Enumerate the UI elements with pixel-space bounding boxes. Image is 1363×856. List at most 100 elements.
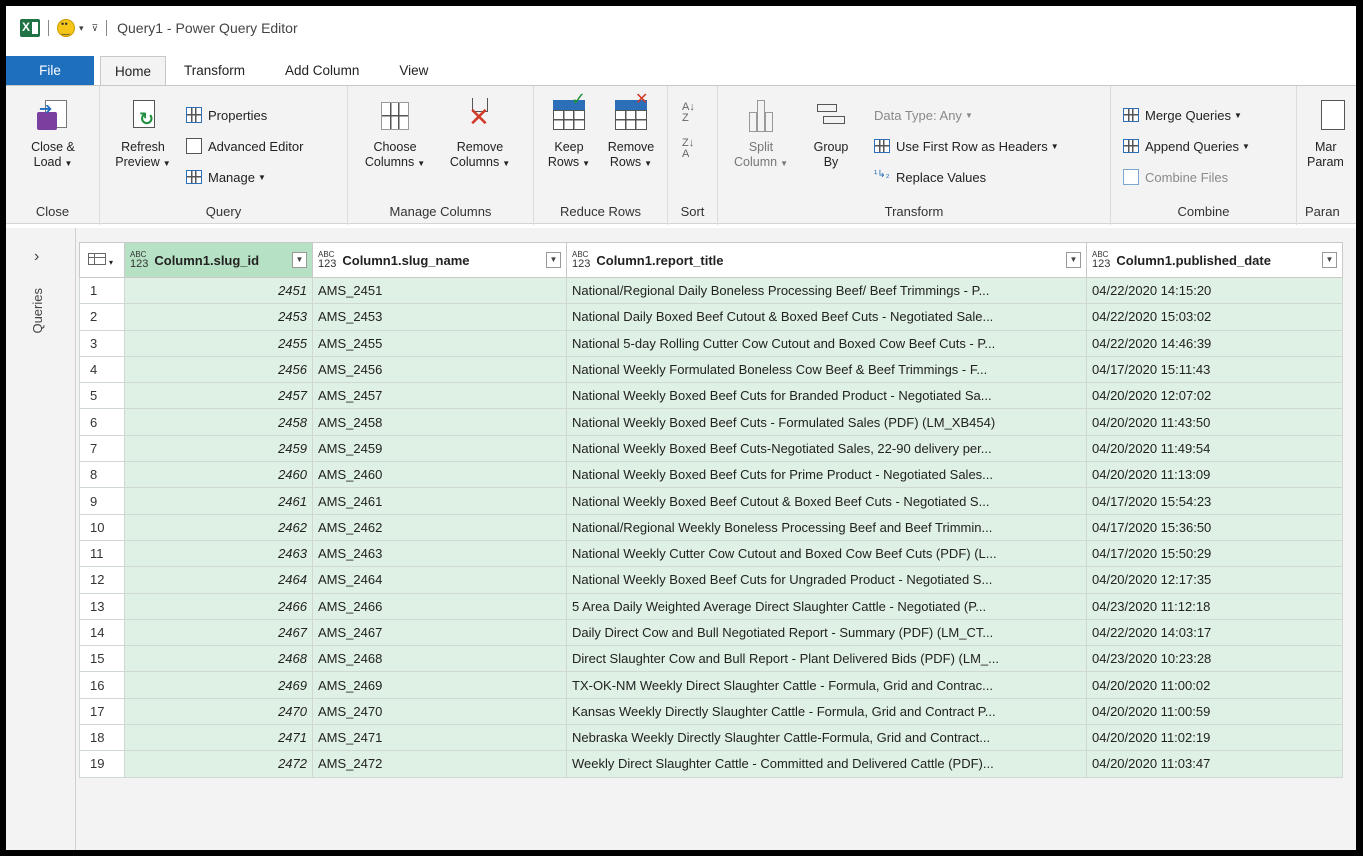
close-load-button[interactable]: ➔ Close & Load ▼ (6, 98, 100, 171)
row-number[interactable]: 14 (79, 618, 125, 647)
cell-published-date[interactable]: 04/17/2020 15:50:29 (1086, 539, 1343, 568)
any-type-icon[interactable]: ABC 123 (572, 250, 590, 270)
cell-slug-name[interactable]: AMS_2455 (312, 329, 567, 357)
cell-report-title[interactable]: National Weekly Boxed Beef Cuts for Prim… (566, 461, 1087, 489)
row-number[interactable]: 2 (79, 303, 125, 331)
row-number[interactable]: 16 (79, 671, 125, 699)
cell-published-date[interactable]: 04/20/2020 12:17:35 (1086, 566, 1343, 594)
cell-slug-id[interactable]: 2467 (124, 618, 313, 647)
tab-file[interactable]: File (6, 56, 94, 86)
cell-slug-id[interactable]: 2451 (124, 276, 313, 305)
tab-view[interactable]: View (373, 56, 442, 86)
advanced-editor-button[interactable]: Advanced Editor (186, 135, 303, 157)
refresh-preview-button[interactable]: ↻ Refresh Preview ▼ (108, 98, 178, 171)
table-row[interactable]: 9 2461 AMS_2461 National Weekly Boxed Beef … (79, 487, 1343, 515)
cell-slug-id[interactable]: 2468 (124, 645, 313, 673)
cell-published-date[interactable]: 04/23/2020 11:12:18 (1086, 592, 1343, 620)
remove-columns-button[interactable]: ✕ Remove Columns ▼ (440, 98, 520, 171)
cell-slug-id[interactable]: 2470 (124, 697, 313, 726)
choose-columns-button[interactable]: Choose Columns ▼ (360, 98, 430, 171)
row-number[interactable]: 10 (79, 513, 125, 541)
cell-slug-id[interactable]: 2466 (124, 592, 313, 620)
cell-slug-id[interactable]: 2469 (124, 671, 313, 699)
row-number[interactable]: 13 (79, 592, 125, 620)
cell-slug-name[interactable]: AMS_2471 (312, 724, 567, 752)
cell-slug-id[interactable]: 2471 (124, 724, 313, 752)
merge-queries-button[interactable]: Merge Queries ▼ (1123, 104, 1242, 126)
row-number[interactable]: 6 (79, 408, 125, 436)
table-row[interactable]: 4 2456 AMS_2456 National Weekly Formulated … (79, 355, 1343, 384)
row-number[interactable]: 19 (79, 750, 125, 778)
any-type-icon[interactable]: ABC 123 (130, 250, 148, 270)
table-row[interactable]: 17 2470 AMS_2470 Kansas Weekly Directly Sla… (79, 697, 1343, 726)
table-row[interactable]: 19 2472 AMS_2472 Weekly Direct Slaughter Ca… (79, 750, 1343, 778)
any-type-icon[interactable]: ABC 123 (1092, 250, 1110, 270)
column-filter-dropdown-icon[interactable]: ▼ (1322, 252, 1337, 268)
cell-slug-id[interactable]: 2463 (124, 539, 313, 568)
cell-report-title[interactable]: National Weekly Boxed Beef Cuts for Ungr… (566, 566, 1087, 594)
cell-published-date[interactable]: 04/22/2020 14:15:20 (1086, 276, 1343, 305)
cell-published-date[interactable]: 04/20/2020 11:49:54 (1086, 434, 1343, 463)
table-row[interactable]: 8 2460 AMS_2460 National Weekly Boxed Beef … (79, 461, 1343, 489)
table-row[interactable]: 16 2469 AMS_2469 TX-OK-NM Weekly Direct Sla… (79, 671, 1343, 699)
combine-files-button[interactable]: Combine Files (1123, 166, 1228, 188)
cell-slug-id[interactable]: 2456 (124, 355, 313, 384)
column-header-report-title[interactable]: ABC 123 Column1.report_title ▼ (566, 242, 1087, 278)
row-number[interactable]: 4 (79, 355, 125, 384)
any-type-icon[interactable]: ABC 123 (318, 250, 336, 270)
row-number[interactable]: 5 (79, 382, 125, 410)
cell-report-title[interactable]: National Daily Boxed Beef Cutout & Boxed… (566, 303, 1087, 331)
properties-button[interactable]: Properties (186, 104, 267, 126)
keep-rows-button[interactable]: ✓ Keep Rows ▼ (540, 90, 598, 171)
column-header-published-date[interactable]: ABC 123 Column1.published_date ▼ (1086, 242, 1343, 278)
cell-slug-name[interactable]: AMS_2451 (312, 276, 567, 305)
cell-published-date[interactable]: 04/20/2020 11:43:50 (1086, 408, 1343, 436)
cell-slug-name[interactable]: AMS_2461 (312, 487, 567, 515)
cell-slug-name[interactable]: AMS_2472 (312, 750, 567, 778)
manage-button[interactable]: Manage ▼ (186, 166, 266, 188)
cell-published-date[interactable]: 04/17/2020 15:36:50 (1086, 513, 1343, 541)
table-row[interactable]: 3 2455 AMS_2455 National 5-day Rolling Cutt… (79, 329, 1343, 357)
cell-report-title[interactable]: TX-OK-NM Weekly Direct Slaughter Cattle … (566, 671, 1087, 699)
cell-published-date[interactable]: 04/23/2020 10:23:28 (1086, 645, 1343, 673)
column-filter-dropdown-icon[interactable]: ▼ (546, 252, 561, 268)
cell-published-date[interactable]: 04/20/2020 11:02:19 (1086, 724, 1343, 752)
cell-published-date[interactable]: 04/20/2020 12:07:02 (1086, 382, 1343, 410)
table-row[interactable]: 6 2458 AMS_2458 National Weekly Boxed Beef … (79, 408, 1343, 436)
row-number[interactable]: 12 (79, 566, 125, 594)
table-row[interactable]: 10 2462 AMS_2462 National/Regional Weekly B… (79, 513, 1343, 541)
queries-panel-label[interactable]: Queries (30, 288, 45, 334)
cell-published-date[interactable]: 04/20/2020 11:03:47 (1086, 750, 1343, 778)
quick-access-caret-icon[interactable]: ▾ (79, 23, 84, 34)
sort-ascending-button[interactable]: A↓ Z (682, 102, 695, 124)
table-row[interactable]: 15 2468 AMS_2468 Direct Slaughter Cow and B… (79, 645, 1343, 673)
cell-slug-id[interactable]: 2461 (124, 487, 313, 515)
table-row[interactable]: 12 2464 AMS_2464 National Weekly Boxed Beef… (79, 566, 1343, 594)
cell-published-date[interactable]: 04/20/2020 11:00:59 (1086, 697, 1343, 726)
cell-slug-name[interactable]: AMS_2460 (312, 461, 567, 489)
data-type-dropdown[interactable]: Data Type: Any ▼ (874, 104, 973, 126)
cell-report-title[interactable]: National Weekly Boxed Beef Cutout & Boxe… (566, 487, 1087, 515)
cell-slug-id[interactable]: 2459 (124, 434, 313, 463)
cell-published-date[interactable]: 04/22/2020 14:46:39 (1086, 329, 1343, 357)
cell-slug-id[interactable]: 2462 (124, 513, 313, 541)
customize-toolbar-icon[interactable]: ⊽ (92, 23, 99, 34)
cell-published-date[interactable]: 04/22/2020 14:03:17 (1086, 618, 1343, 647)
column-filter-dropdown-icon[interactable]: ▼ (292, 252, 307, 268)
cell-slug-name[interactable]: AMS_2464 (312, 566, 567, 594)
column-header-slug-id[interactable]: ABC 123 Column1.slug_id ▼ (124, 242, 313, 278)
tab-transform[interactable]: Transform (166, 56, 259, 86)
cell-published-date[interactable]: 04/17/2020 15:11:43 (1086, 355, 1343, 384)
cell-published-date[interactable]: 04/20/2020 11:00:02 (1086, 671, 1343, 699)
column-filter-dropdown-icon[interactable]: ▼ (1066, 252, 1081, 268)
replace-values-button[interactable]: ¹↳₂ Replace Values (874, 166, 986, 188)
cell-slug-id[interactable]: 2457 (124, 382, 313, 410)
sort-descending-button[interactable]: Z↓ A (682, 138, 694, 160)
row-number[interactable]: 17 (79, 697, 125, 726)
expand-queries-chevron-icon[interactable]: › (34, 248, 39, 266)
cell-report-title[interactable]: National/Regional Weekly Boneless Proces… (566, 513, 1087, 541)
tab-home[interactable]: Home (100, 56, 167, 86)
cell-slug-name[interactable]: AMS_2468 (312, 645, 567, 673)
table-row[interactable]: 14 2467 AMS_2467 Daily Direct Cow and Bull … (79, 618, 1343, 647)
cell-report-title[interactable]: National Weekly Boxed Beef Cuts for Bran… (566, 382, 1087, 410)
